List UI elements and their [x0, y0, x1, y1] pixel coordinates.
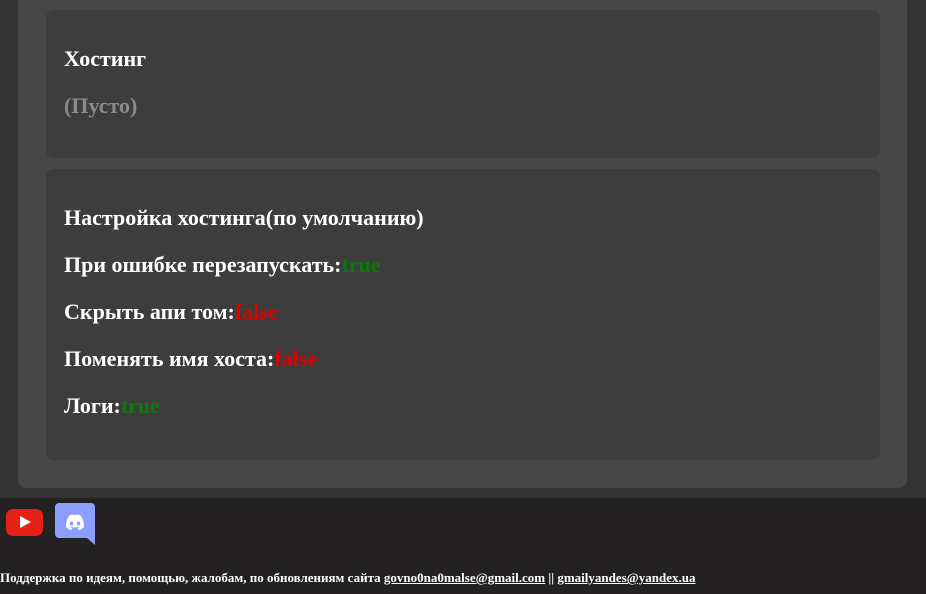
- hosting-card: Хостинг (Пусто): [46, 10, 880, 158]
- setting-value: false: [234, 299, 278, 324]
- setting-change-hostname: Поменять имя хоста:false: [64, 346, 317, 372]
- support-text: Поддержка по идеям, помощью, жалобам, по…: [0, 570, 696, 586]
- settings-title: Настройка хостинга(по умолчанию): [64, 205, 424, 230]
- support-label: Поддержка по идеям, помощью, жалобам, по…: [0, 570, 381, 585]
- setting-restart-on-error: При ошибке перезапускать:true: [64, 252, 381, 278]
- setting-logs: Логи:true: [64, 393, 160, 419]
- hosting-empty-label: (Пусто): [64, 93, 138, 118]
- setting-label: При ошибке перезапускать:: [64, 252, 342, 277]
- support-email-yandex-link[interactable]: gmailyandes@yandex.ua: [557, 570, 695, 585]
- hosting-settings-card: Настройка хостинга(по умолчанию) При оши…: [46, 169, 880, 460]
- setting-label: Логи:: [64, 393, 121, 418]
- setting-value: false: [274, 346, 318, 371]
- email-separator: ||: [548, 570, 555, 585]
- setting-label: Скрыть апи том:: [64, 299, 235, 324]
- discord-icon[interactable]: [55, 503, 95, 545]
- setting-value: true: [341, 252, 381, 277]
- support-email-gmail-link[interactable]: govno0na0malse@gmail.com: [384, 570, 545, 585]
- setting-hide-api-volume: Скрыть апи том:false: [64, 299, 278, 325]
- youtube-icon[interactable]: [6, 509, 43, 536]
- setting-label: Поменять имя хоста:: [64, 346, 275, 371]
- hosting-title: Хостинг: [64, 46, 147, 71]
- setting-value: true: [120, 393, 160, 418]
- footer: Поддержка по идеям, помощью, жалобам, по…: [0, 498, 926, 594]
